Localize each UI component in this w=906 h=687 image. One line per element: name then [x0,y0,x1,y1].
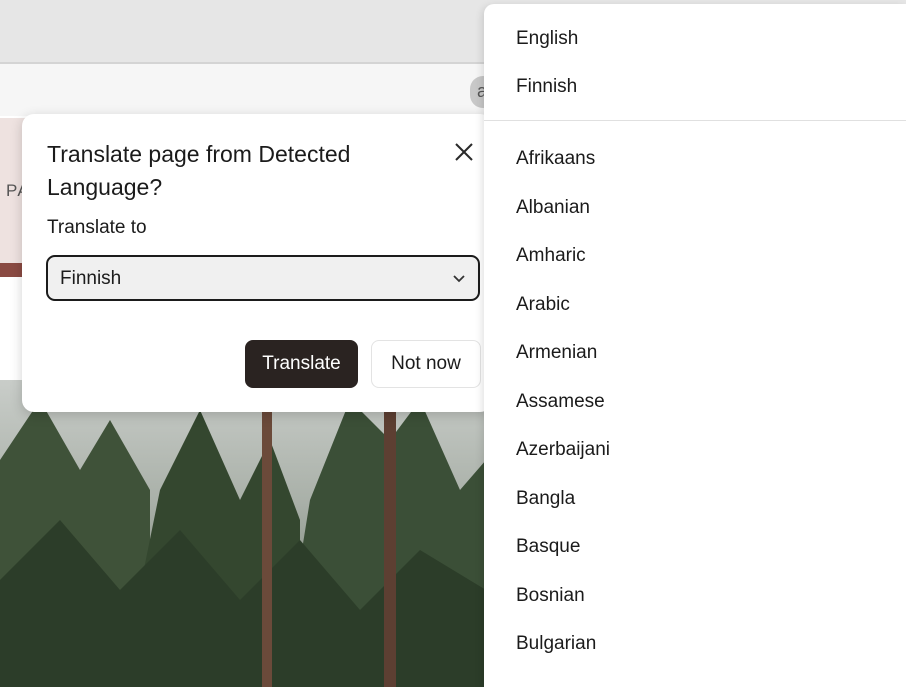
language-option-amharic[interactable]: Amharic [516,245,586,267]
target-language-select[interactable]: Finnish [46,255,480,301]
language-option-bulgarian[interactable]: Bulgarian [516,633,596,655]
language-option-azerbaijani[interactable]: Azerbaijani [516,439,610,461]
selected-language: Finnish [60,268,122,289]
language-dropdown-list: English Finnish Afrikaans Albanian Amhar… [484,4,906,687]
translate-button[interactable]: Translate [245,340,358,388]
chevron-down-icon [453,275,465,283]
language-option-basque[interactable]: Basque [516,536,580,558]
language-option-arabic[interactable]: Arabic [516,294,570,316]
dialog-title: Translate page from Detected Language? [47,141,351,200]
language-option-afrikaans[interactable]: Afrikaans [516,148,595,170]
language-option-finnish[interactable]: Finnish [516,76,577,98]
translate-dialog: Translate page from Detected Language? T… [22,114,492,412]
not-now-button[interactable]: Not now [371,340,481,388]
page-photo [0,380,486,687]
language-option-assamese[interactable]: Assamese [516,391,605,413]
language-option-bangla[interactable]: Bangla [516,488,575,510]
dropdown-divider [484,120,906,121]
language-option-albanian[interactable]: Albanian [516,197,590,219]
close-icon[interactable] [450,138,478,166]
translate-to-label: Translate to [47,217,147,238]
language-option-bosnian[interactable]: Bosnian [516,585,585,607]
language-option-english[interactable]: English [516,28,578,50]
language-option-armenian[interactable]: Armenian [516,342,597,364]
